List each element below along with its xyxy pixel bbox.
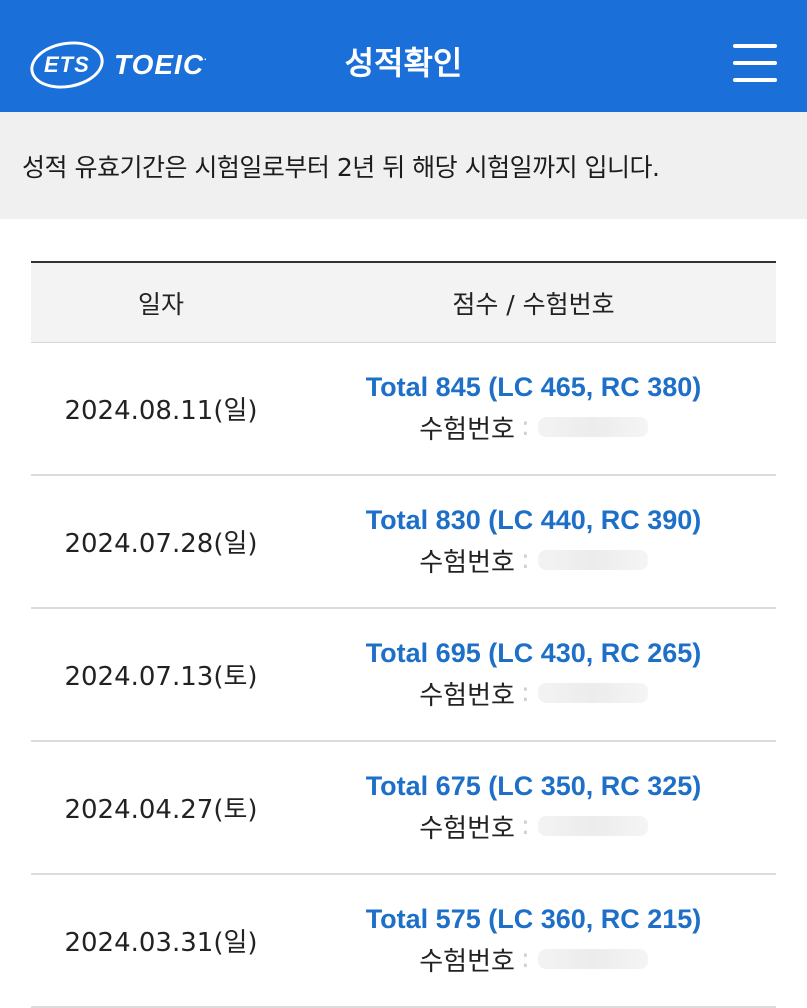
masked-exam-number bbox=[537, 683, 648, 703]
masked-exam-number bbox=[537, 949, 648, 969]
exam-date: 2024.07.28(일) bbox=[64, 529, 258, 559]
score-link[interactable]: Total 845 (LC 465, RC 380) bbox=[366, 372, 702, 403]
score-link[interactable]: Total 695 (LC 430, RC 265) bbox=[366, 638, 702, 669]
score-link[interactable]: Total 830 (LC 440, RC 390) bbox=[366, 505, 702, 536]
exam-date: 2024.08.11(일) bbox=[64, 396, 258, 426]
masked-exam-number bbox=[537, 417, 648, 437]
validity-notice: 성적 유효기간은 시험일로부터 2년 뒤 해당 시험일까지 입니다. bbox=[0, 112, 807, 219]
exam-date: 2024.03.31(일) bbox=[64, 928, 258, 958]
exam-number-label: 수험번호 bbox=[419, 680, 515, 711]
exam-number-line: 수험번호: bbox=[419, 808, 648, 845]
score-link[interactable]: Total 675 (LC 350, RC 325) bbox=[366, 771, 702, 802]
table-header: 일자 점수 / 수험번호 bbox=[31, 263, 776, 343]
table-row[interactable]: 2024.07.13(토) Total 695 (LC 430, RC 265)… bbox=[31, 609, 776, 742]
exam-date: 2024.04.27(토) bbox=[64, 795, 258, 825]
exam-number-label: 수험번호 bbox=[419, 813, 515, 844]
table-row[interactable]: 2024.04.27(토) Total 675 (LC 350, RC 325)… bbox=[31, 742, 776, 875]
table-row[interactable]: 2024.03.31(일) Total 575 (LC 360, RC 215)… bbox=[31, 875, 776, 1008]
score-cell: Total 675 (LC 350, RC 325) 수험번호: bbox=[291, 771, 776, 845]
score-cell: Total 845 (LC 465, RC 380) 수험번호: bbox=[291, 372, 776, 446]
exam-number-line: 수험번호: bbox=[419, 941, 648, 978]
exam-number-label: 수험번호 bbox=[419, 946, 515, 977]
score-cell: Total 830 (LC 440, RC 390) 수험번호: bbox=[291, 505, 776, 579]
app-header: ETS TOEIC. 성적확인 bbox=[0, 0, 807, 112]
score-cell: Total 695 (LC 430, RC 265) 수험번호: bbox=[291, 638, 776, 712]
exam-number-label: 수험번호 bbox=[419, 414, 515, 445]
header-score-exam-number: 점수 / 수험번호 bbox=[452, 289, 615, 319]
exam-number-line: 수험번호: bbox=[419, 542, 648, 579]
score-table: 일자 점수 / 수험번호 2024.08.11(일) Total 845 (LC… bbox=[31, 261, 776, 1008]
page-title: 성적확인 bbox=[344, 44, 463, 82]
exam-number-label: 수험번호 bbox=[419, 547, 515, 578]
score-link[interactable]: Total 575 (LC 360, RC 215) bbox=[366, 904, 702, 935]
table-row[interactable]: 2024.08.11(일) Total 845 (LC 465, RC 380)… bbox=[31, 343, 776, 476]
table-row[interactable]: 2024.07.28(일) Total 830 (LC 440, RC 390)… bbox=[31, 476, 776, 609]
masked-exam-number bbox=[537, 550, 648, 570]
hamburger-menu-icon[interactable] bbox=[733, 44, 777, 82]
validity-notice-text: 성적 유효기간은 시험일로부터 2년 뒤 해당 시험일까지 입니다. bbox=[22, 153, 660, 182]
header-date: 일자 bbox=[137, 289, 184, 319]
score-cell: Total 575 (LC 360, RC 215) 수험번호: bbox=[291, 904, 776, 978]
exam-number-line: 수험번호: bbox=[419, 409, 648, 446]
exam-date: 2024.07.13(토) bbox=[64, 662, 258, 692]
masked-exam-number bbox=[537, 816, 648, 836]
exam-number-line: 수험번호: bbox=[419, 675, 648, 712]
